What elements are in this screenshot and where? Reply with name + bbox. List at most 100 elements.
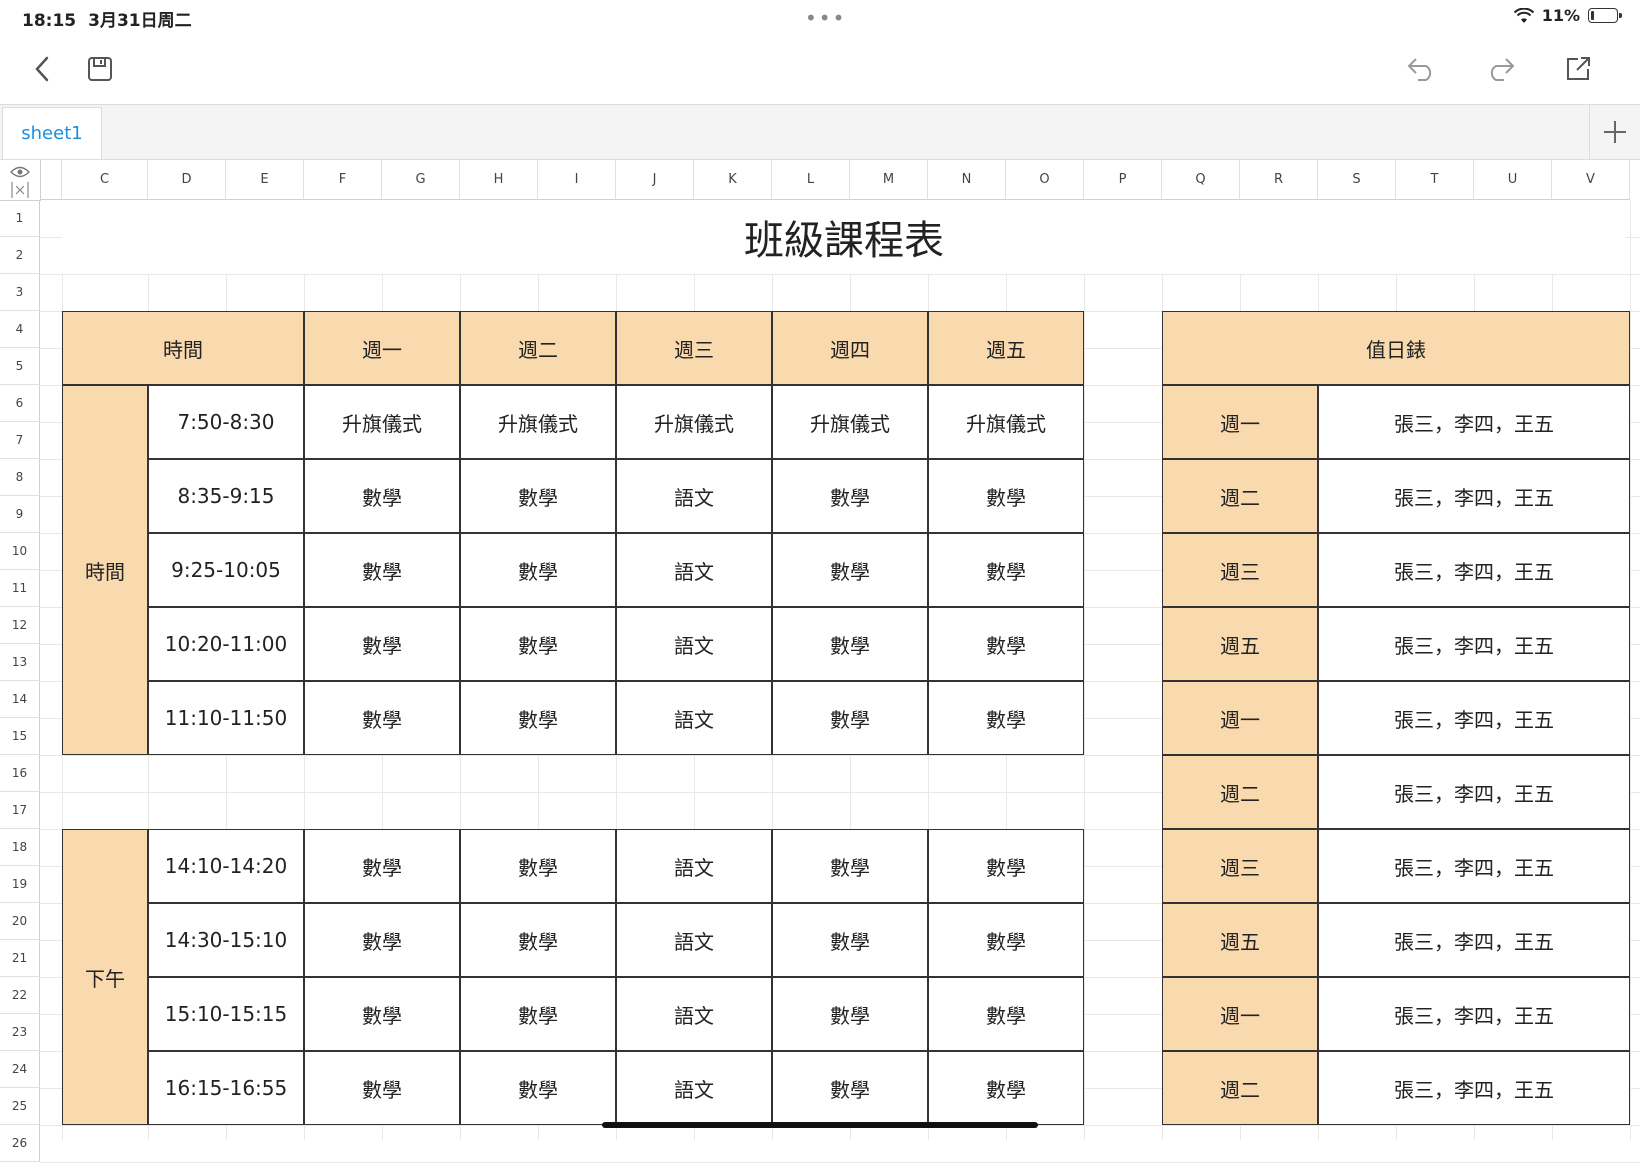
- class-cell[interactable]: 升旗儀式: [460, 385, 616, 459]
- sheet-title[interactable]: 班級課程表: [62, 200, 1626, 274]
- col-header[interactable]: V: [1552, 160, 1630, 200]
- class-cell[interactable]: 數學: [460, 977, 616, 1051]
- redo-button[interactable]: [1482, 51, 1518, 87]
- col-header[interactable]: H: [460, 160, 538, 200]
- duty-day-cell[interactable]: 週五: [1162, 903, 1318, 977]
- class-cell[interactable]: 數學: [772, 1051, 928, 1125]
- back-button[interactable]: [24, 51, 60, 87]
- class-cell[interactable]: 數學: [928, 829, 1084, 903]
- duty-names-cell[interactable]: 張三，李四，王五: [1318, 533, 1630, 607]
- spreadsheet-grid[interactable]: C D E F G H I J K L M N O P Q R S T U V 1 2 3 4 5 6 7 8 9 10 11 12 13 14 1…: [0, 0, 1640, 1163]
- class-cell[interactable]: 語文: [616, 459, 772, 533]
- time-slot-cell[interactable]: 14:30-15:10: [148, 903, 304, 977]
- row-header[interactable]: 20: [0, 903, 40, 940]
- tab-sheet1[interactable]: sheet1: [2, 107, 102, 159]
- class-cell[interactable]: 語文: [616, 903, 772, 977]
- add-sheet-button[interactable]: [1589, 105, 1640, 159]
- row-header[interactable]: 18: [0, 829, 40, 866]
- duty-day-cell[interactable]: 週五: [1162, 607, 1318, 681]
- class-cell[interactable]: 語文: [616, 977, 772, 1051]
- row-header[interactable]: 4: [0, 311, 40, 348]
- class-cell[interactable]: 數學: [460, 829, 616, 903]
- row-header[interactable]: 23: [0, 1014, 40, 1051]
- class-cell[interactable]: 數學: [928, 459, 1084, 533]
- class-cell[interactable]: 數學: [304, 459, 460, 533]
- duty-day-cell[interactable]: 週二: [1162, 755, 1318, 829]
- class-cell[interactable]: 數學: [304, 829, 460, 903]
- class-cell[interactable]: 數學: [460, 903, 616, 977]
- row-header[interactable]: 24: [0, 1051, 40, 1088]
- duty-day-cell[interactable]: 週一: [1162, 681, 1318, 755]
- schedule-header-day[interactable]: 週三: [616, 311, 772, 385]
- row-header[interactable]: 1: [0, 200, 40, 237]
- duty-day-cell[interactable]: 週三: [1162, 533, 1318, 607]
- class-cell[interactable]: 語文: [616, 533, 772, 607]
- duty-names-cell[interactable]: 張三，李四，王五: [1318, 829, 1630, 903]
- class-cell[interactable]: 數學: [928, 533, 1084, 607]
- class-cell[interactable]: 數學: [772, 977, 928, 1051]
- row-header[interactable]: 14: [0, 681, 40, 718]
- class-cell[interactable]: 語文: [616, 1051, 772, 1125]
- row-header[interactable]: 22: [0, 977, 40, 1014]
- row-header[interactable]: 6: [0, 385, 40, 422]
- col-header[interactable]: D: [148, 160, 226, 200]
- col-header[interactable]: R: [1240, 160, 1318, 200]
- col-header[interactable]: I: [538, 160, 616, 200]
- row-header[interactable]: 5: [0, 348, 40, 385]
- schedule-header-time[interactable]: 時間: [62, 311, 304, 385]
- duty-day-cell[interactable]: 週一: [1162, 385, 1318, 459]
- class-cell[interactable]: 數學: [772, 903, 928, 977]
- time-slot-cell[interactable]: 10:20-11:00: [148, 607, 304, 681]
- duty-day-cell[interactable]: 週三: [1162, 829, 1318, 903]
- class-cell[interactable]: 數學: [304, 533, 460, 607]
- row-header[interactable]: 10: [0, 533, 40, 570]
- duty-day-cell[interactable]: 週一: [1162, 977, 1318, 1051]
- duty-names-cell[interactable]: 張三，李四，王五: [1318, 681, 1630, 755]
- row-header[interactable]: 17: [0, 792, 40, 829]
- col-header[interactable]: E: [226, 160, 304, 200]
- class-cell[interactable]: 語文: [616, 607, 772, 681]
- col-header[interactable]: U: [1474, 160, 1552, 200]
- time-slot-cell[interactable]: 9:25-10:05: [148, 533, 304, 607]
- class-cell[interactable]: 數學: [928, 977, 1084, 1051]
- duty-names-cell[interactable]: 張三，李四，王五: [1318, 459, 1630, 533]
- class-cell[interactable]: 數學: [772, 533, 928, 607]
- class-cell[interactable]: 數學: [304, 903, 460, 977]
- class-cell[interactable]: 語文: [616, 829, 772, 903]
- col-header[interactable]: M: [850, 160, 928, 200]
- row-header[interactable]: 15: [0, 718, 40, 755]
- class-cell[interactable]: 數學: [928, 607, 1084, 681]
- col-header[interactable]: N: [928, 160, 1006, 200]
- multitask-dots-icon[interactable]: •••: [805, 6, 846, 30]
- row-header[interactable]: 13: [0, 644, 40, 681]
- row-header[interactable]: 19: [0, 866, 40, 903]
- class-cell[interactable]: 數學: [460, 681, 616, 755]
- col-header[interactable]: G: [382, 160, 460, 200]
- duty-names-cell[interactable]: 張三，李四，王五: [1318, 977, 1630, 1051]
- class-cell[interactable]: 數學: [772, 459, 928, 533]
- row-header[interactable]: 12: [0, 607, 40, 644]
- schedule-header-day[interactable]: 週一: [304, 311, 460, 385]
- col-header[interactable]: O: [1006, 160, 1084, 200]
- col-header[interactable]: F: [304, 160, 382, 200]
- time-slot-cell[interactable]: 8:35-9:15: [148, 459, 304, 533]
- row-header[interactable]: 2: [0, 237, 40, 274]
- row-header[interactable]: 11: [0, 570, 40, 607]
- col-header[interactable]: C: [62, 160, 148, 200]
- time-slot-cell[interactable]: 16:15-16:55: [148, 1051, 304, 1125]
- schedule-header-day[interactable]: 週二: [460, 311, 616, 385]
- save-button[interactable]: [82, 51, 118, 87]
- col-header-lead[interactable]: [40, 160, 62, 200]
- col-header[interactable]: P: [1084, 160, 1162, 200]
- duty-names-cell[interactable]: 張三，李四，王五: [1318, 607, 1630, 681]
- row-header[interactable]: 9: [0, 496, 40, 533]
- schedule-header-day[interactable]: 週五: [928, 311, 1084, 385]
- duty-header[interactable]: 值日錶: [1162, 311, 1630, 385]
- undo-button[interactable]: [1404, 51, 1440, 87]
- time-slot-cell[interactable]: 11:10-11:50: [148, 681, 304, 755]
- row-header[interactable]: 26: [0, 1125, 40, 1162]
- class-cell[interactable]: 數學: [460, 1051, 616, 1125]
- class-cell[interactable]: 數學: [460, 459, 616, 533]
- share-button[interactable]: [1560, 51, 1596, 87]
- duty-day-cell[interactable]: 週二: [1162, 459, 1318, 533]
